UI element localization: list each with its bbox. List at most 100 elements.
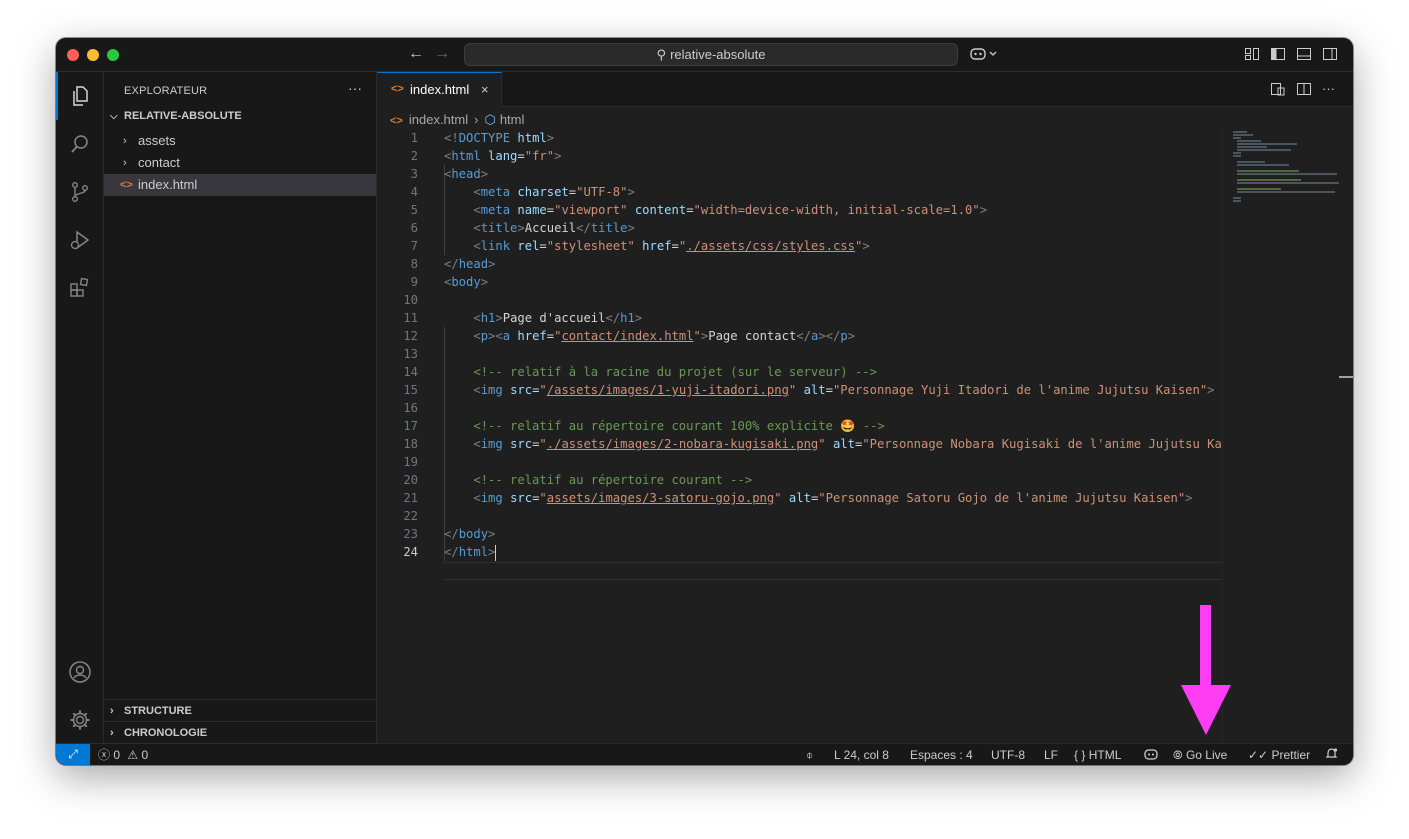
problems-indicator[interactable]: ⓧ 0 ⚠ 0 xyxy=(98,747,148,763)
tree-item-index-html[interactable]: <> index.html xyxy=(104,174,376,196)
code-line: <img src="/assets/images/1-yuji-itadori.… xyxy=(473,383,1215,397)
go-live-button[interactable]: ⦾ Go Live xyxy=(1173,747,1227,763)
code-line: <img src="./assets/images/2-nobara-kugis… xyxy=(473,437,1222,451)
customize-layout-icon[interactable] xyxy=(1244,46,1260,62)
html-file-icon: <> xyxy=(120,179,133,191)
vertical-scrollbar[interactable] xyxy=(1339,129,1353,743)
code-line: <!-- relatif au répertoire courant 100% … xyxy=(473,419,885,433)
copilot-status-icon[interactable] xyxy=(1144,747,1158,763)
element-cube-icon: ⬡ xyxy=(484,112,496,127)
code-line: <p><a href="contact/index.html">Page con… xyxy=(473,329,856,343)
chevron-right-icon: › xyxy=(123,135,127,147)
toggle-panel-icon[interactable] xyxy=(1296,46,1312,62)
close-window-button[interactable] xyxy=(67,49,79,61)
open-preview-icon[interactable] xyxy=(1270,81,1286,100)
broadcast-icon: ⦾ xyxy=(1173,748,1183,762)
tab-index-html[interactable]: <> index.html × xyxy=(377,72,502,107)
more-actions-button[interactable]: ··· xyxy=(348,80,362,96)
close-tab-icon[interactable]: × xyxy=(481,73,489,106)
code-line: <!-- relatif à la racine du projet (sur … xyxy=(473,365,877,379)
toggle-secondary-sidebar-icon[interactable] xyxy=(1322,46,1338,62)
double-check-icon: ✓✓ xyxy=(1248,748,1269,762)
code-line: <h1>Page d'accueil</h1> xyxy=(473,311,643,325)
chevron-down-icon: ⌵ xyxy=(110,111,118,122)
code-line: <meta charset="UTF-8"> xyxy=(473,185,635,199)
braces-icon: { } xyxy=(1074,748,1086,762)
annotation-arrow-icon xyxy=(1181,605,1231,735)
workspace-root-folder[interactable]: ⌵ RELATIVE-ABSOLUTE xyxy=(110,110,242,122)
notifications-bell-icon[interactable] xyxy=(1325,747,1338,763)
accounts-icon[interactable] xyxy=(68,660,92,684)
html-file-icon: <> xyxy=(390,115,403,127)
remote-indicator-icon[interactable]: ⤢ xyxy=(56,744,90,765)
code-line: </html> xyxy=(444,544,497,561)
eol-setting[interactable]: LF xyxy=(1044,747,1058,763)
scrollbar-cursor-marker xyxy=(1339,376,1353,378)
current-line-highlight xyxy=(443,562,1222,580)
cursor-position[interactable]: L 24, col 8 xyxy=(834,747,889,763)
back-arrow-icon[interactable]: ← xyxy=(408,45,424,63)
encoding-setting[interactable]: UTF-8 xyxy=(991,747,1025,763)
indentation-setting[interactable]: Espaces : 4 xyxy=(910,747,973,763)
code-line: <!-- relatif au répertoire courant --> xyxy=(473,473,753,487)
maximize-window-button[interactable] xyxy=(107,49,119,61)
warning-icon: ⚠ xyxy=(127,748,139,762)
code-line: </body> xyxy=(444,527,496,541)
section-chronologie[interactable]: › CHRONOLOGIE xyxy=(104,721,376,743)
breadcrumb-element[interactable]: html xyxy=(500,112,525,127)
copilot-menu-icon[interactable] xyxy=(970,46,1000,65)
code-line: <html lang="fr"> xyxy=(444,149,562,163)
code-editor[interactable]: 1 2 3 4 5 6 7 8 9 10 11 12 13 14 15 16 17 18 19 20 21 22 23 24 … xyxy=(377,129,1222,743)
manage-gear-icon[interactable] xyxy=(68,708,92,732)
editor-more-actions-icon[interactable]: ··· xyxy=(1322,81,1335,96)
minimap[interactable] xyxy=(1222,129,1339,743)
command-center-search[interactable]: ⚲ relative-absolute xyxy=(464,43,958,66)
text-cursor xyxy=(495,544,497,561)
explorer-icon[interactable] xyxy=(68,84,92,108)
language-label: HTML xyxy=(1088,748,1122,762)
go-live-label: Go Live xyxy=(1185,748,1228,762)
forward-arrow-icon[interactable]: → xyxy=(434,45,450,63)
breadcrumb-file[interactable]: index.html xyxy=(409,112,468,127)
prettier-status[interactable]: ✓✓ Prettier xyxy=(1248,747,1310,763)
html-file-icon: <> xyxy=(391,83,404,95)
editor-tabs: <> index.html × ··· xyxy=(377,72,1353,107)
sidebar-title: EXPLORATEUR xyxy=(124,85,208,97)
source-control-icon[interactable] xyxy=(68,180,92,204)
run-debug-icon[interactable] xyxy=(68,228,92,252)
activity-bar xyxy=(56,72,104,743)
extensions-icon[interactable] xyxy=(68,276,92,300)
tree-item-contact[interactable]: › contact xyxy=(104,152,376,174)
tree-item-label: index.html xyxy=(138,177,198,192)
search-icon: ⚲ xyxy=(656,47,667,62)
command-center-label: relative-absolute xyxy=(670,47,766,62)
git-commit-icon[interactable]: ⌽ xyxy=(806,747,813,763)
breadcrumb-separator: › xyxy=(474,112,479,127)
error-icon: ⓧ xyxy=(98,748,111,762)
code-line: </head> xyxy=(444,257,496,271)
minimize-window-button[interactable] xyxy=(87,49,99,61)
split-editor-icon[interactable] xyxy=(1296,81,1312,100)
section-label: STRUCTURE xyxy=(124,705,192,717)
breadcrumb: <> index.html › ⬡ html xyxy=(390,111,524,129)
language-mode[interactable]: { } HTML xyxy=(1074,747,1121,763)
toggle-primary-sidebar-icon[interactable] xyxy=(1270,46,1286,62)
chevron-right-icon: › xyxy=(110,705,114,717)
section-label: CHRONOLOGIE xyxy=(124,727,208,739)
active-view-indicator xyxy=(56,72,58,120)
code-line: <head> xyxy=(444,167,489,181)
code-line: <img src="assets/images/3-satoru-gojo.pn… xyxy=(473,491,1193,505)
section-structure[interactable]: › STRUCTURE xyxy=(104,699,376,721)
warning-count: 0 xyxy=(141,748,149,762)
tree-item-label: assets xyxy=(138,133,176,148)
workspace-root-label: RELATIVE-ABSOLUTE xyxy=(124,110,242,122)
tree-item-assets[interactable]: › assets xyxy=(104,130,376,152)
search-view-icon[interactable] xyxy=(68,132,92,156)
code-line: <!DOCTYPE html> xyxy=(444,131,555,145)
code-line: <title>Accueil</title> xyxy=(473,221,635,235)
prettier-label: Prettier xyxy=(1271,748,1311,762)
